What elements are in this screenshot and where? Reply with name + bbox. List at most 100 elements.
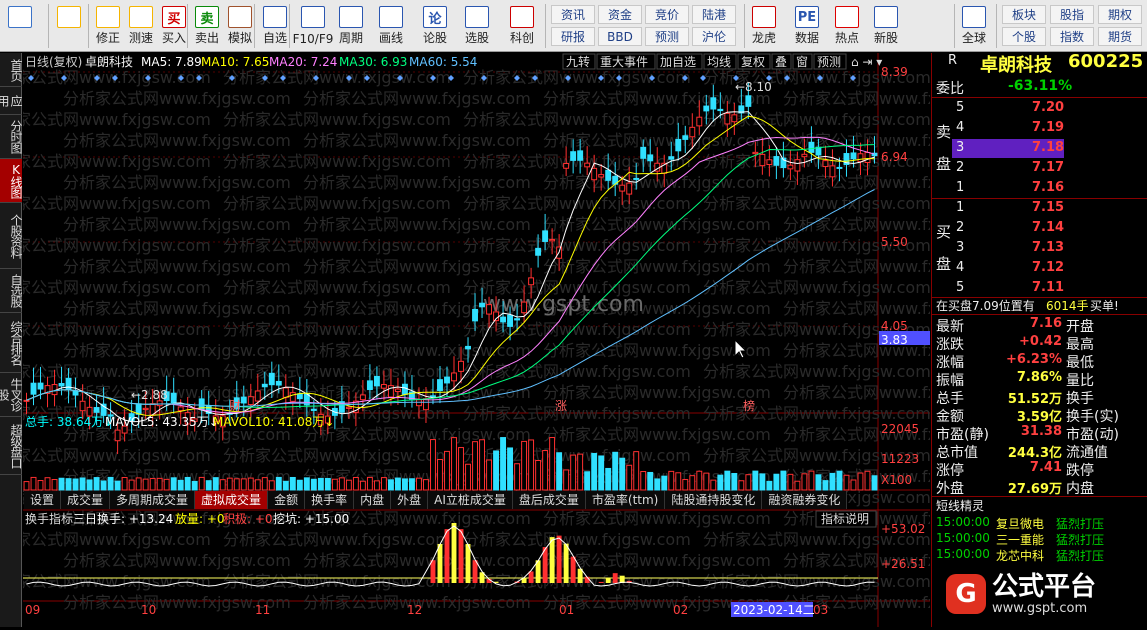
toolbar-small-button[interactable]: 个股: [1002, 27, 1046, 46]
nav-item[interactable]: 分时图: [0, 115, 23, 159]
stock-name: 卓朗科技: [980, 55, 1052, 76]
toolbar-button[interactable]: [53, 4, 85, 48]
toolbar-label: 修正: [95, 31, 120, 45]
toolbar-small-button[interactable]: 预测: [645, 27, 689, 46]
indicator-tab[interactable]: 成交量: [61, 491, 111, 509]
main-toolbar: 修正 测速买买入卖卖出 模拟 自选 F10/F9 周期 画线论论股 选股 科创 龙虎 PE 数据 热点新…: [0, 0, 1147, 52]
全球-button[interactable]: 全球: [958, 4, 990, 48]
toolbar-small-button[interactable]: 资讯: [551, 5, 595, 24]
模拟-button[interactable]: 模拟: [224, 4, 256, 48]
toolbar-label: 论股: [422, 31, 447, 45]
candle-body: [437, 379, 443, 392]
bg-watermark: 分析家公式网www.fxjgsw.com: [223, 530, 451, 549]
candle-body: [808, 141, 815, 153]
new-stock-icon: [874, 6, 898, 28]
stat-label: 总手: [936, 391, 964, 407]
indicator-tab[interactable]: AI立桩成交量: [428, 491, 513, 509]
nav-item[interactable]: K线图: [0, 159, 23, 203]
indicator-tab[interactable]: 换手率: [305, 491, 355, 509]
indicator-tab[interactable]: 设置: [24, 491, 62, 509]
volume-bar: [247, 477, 254, 491]
indicator-tab[interactable]: 外盘: [391, 491, 429, 509]
volume-bar: [416, 477, 422, 491]
toolbar-small-button[interactable]: 沪伦: [692, 27, 736, 46]
toolbar-small-button[interactable]: 股指: [1050, 5, 1094, 24]
nav-item[interactable]: 综合排名: [0, 313, 23, 373]
数据-button[interactable]: PE 数据: [788, 4, 826, 48]
toolbar-small-button[interactable]: BBD: [598, 27, 642, 46]
indicator-tab[interactable]: 融资融券变化: [762, 491, 848, 509]
volume-bar: [289, 476, 296, 491]
divider: [932, 198, 1147, 199]
indicator-tab[interactable]: 虚拟成交量: [195, 491, 269, 509]
toolbar-small-button[interactable]: 资金: [598, 5, 642, 24]
测速-button[interactable]: 测速: [125, 4, 157, 48]
bg-watermark: 分析家公式网www.fxjgsw.com: [23, 446, 211, 465]
svg-text:窗: 窗: [796, 55, 808, 69]
indicator-tab[interactable]: 陆股通持股变化: [665, 491, 763, 509]
toolbar-separator: [954, 4, 955, 48]
volume-bar: [472, 441, 478, 491]
toolbar-small-button[interactable]: 陆港: [692, 5, 736, 24]
volume-bar: [612, 451, 619, 491]
toolbar-small-button[interactable]: 期货: [1098, 27, 1142, 46]
volume-bar: [345, 479, 352, 491]
stat-value: 7.86%: [1016, 370, 1062, 385]
选股-button[interactable]: 选股: [460, 4, 494, 48]
toolbar-label: 数据: [794, 31, 819, 45]
candle-body: [240, 396, 247, 404]
bg-watermark: 分析家公式网www.fxjgsw.com: [463, 572, 691, 591]
sell-level: 4: [956, 120, 965, 135]
indicator-tab[interactable]: 内盘: [354, 491, 392, 509]
sell-level: 1: [956, 180, 965, 195]
bg-watermark: 分析家公式网www.fxjgsw.com: [63, 215, 291, 234]
toolbar-small-button[interactable]: 研报: [551, 27, 595, 46]
indicator-tab[interactable]: 金额: [268, 491, 306, 509]
toolbar-small-button[interactable]: 竞价: [645, 5, 689, 24]
新股-button[interactable]: 新股: [868, 4, 904, 48]
candle-body: [577, 150, 584, 161]
bg-watermark: 分析家公式网www.fxjgsw.com: [23, 236, 211, 255]
修正-button[interactable]: 修正: [92, 4, 124, 48]
论股-button[interactable]: 论论股: [418, 4, 452, 48]
科创-button[interactable]: 科创: [505, 4, 539, 48]
自选-button[interactable]: 自选: [259, 4, 291, 48]
volume-bar: [514, 463, 521, 491]
nav-item[interactable]: 牛叉诊股: [0, 373, 23, 417]
toolbar-button[interactable]: [4, 4, 36, 48]
kline-chart-svg[interactable]: 分析家公式网www.fxjgsw.com 分析家公式网www.fxjgsw.com…: [0, 53, 1011, 627]
volume-bar: [114, 480, 121, 491]
卖出-button[interactable]: 卖卖出: [191, 4, 223, 48]
nav-item[interactable]: 超级盘口: [0, 417, 23, 475]
toolbar-small-button[interactable]: 指数: [1050, 27, 1094, 46]
nav-item[interactable]: 首页: [0, 53, 23, 87]
volume-bar: [261, 477, 268, 491]
toolbar-separator: [289, 4, 290, 48]
F10/F9-button[interactable]: F10/F9: [293, 4, 333, 48]
买入-button[interactable]: 买买入: [158, 4, 190, 48]
indicator-tab[interactable]: 多周期成交量: [110, 491, 196, 509]
周期-button[interactable]: 周期: [334, 4, 368, 48]
candle-body: [836, 166, 843, 169]
volume-bar: [268, 480, 275, 491]
indicator-tab[interactable]: 市盈率(ttm): [585, 491, 666, 509]
bg-watermark: 分析家公式网www.fxjgsw.com: [223, 320, 451, 339]
nav-item[interactable]: 应用: [0, 87, 23, 115]
stat-label-2: 最高: [1066, 337, 1094, 353]
画线-button[interactable]: 画线: [374, 4, 408, 48]
nav-item[interactable]: 自选股: [0, 269, 23, 313]
bg-watermark: 分析家公式网www.fxjgsw.com: [63, 551, 291, 570]
indicator-tab[interactable]: 盘后成交量: [512, 491, 586, 509]
nav-item[interactable]: 个股资料: [0, 203, 23, 269]
chart-area[interactable]: 分析家公式网www.fxjgsw.com 分析家公式网www.fxjgsw.com…: [0, 53, 1011, 627]
toolbar-small-button[interactable]: 期权: [1098, 5, 1142, 24]
candle-body: [605, 169, 612, 181]
volume-bar: [394, 477, 401, 491]
volume-bar: [563, 469, 570, 491]
candle-body: [549, 239, 556, 242]
toolbar-small-button[interactable]: 板块: [1002, 5, 1046, 24]
热点-button[interactable]: 热点: [832, 4, 862, 48]
gspt-logo-icon: G: [946, 574, 986, 614]
brand-url: www.gspt.com: [992, 600, 1088, 616]
龙虎-button[interactable]: 龙虎: [746, 4, 782, 48]
